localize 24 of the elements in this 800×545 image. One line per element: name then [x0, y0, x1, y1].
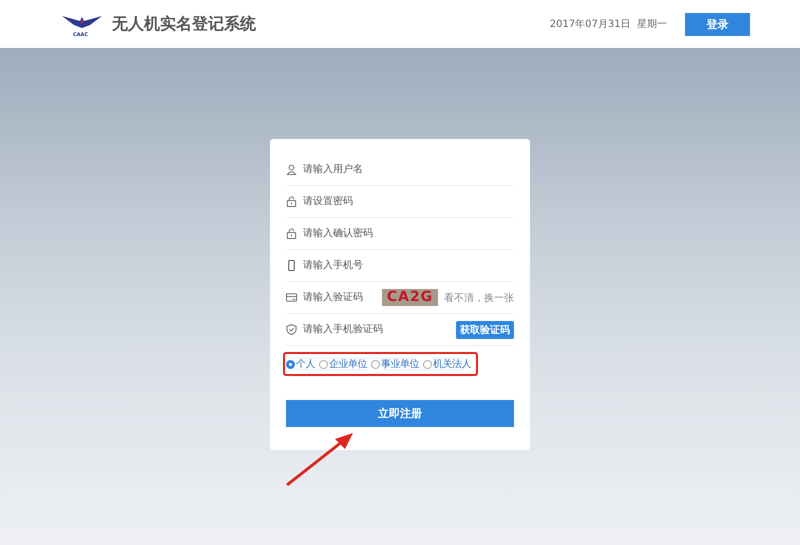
date-text: 2017年07月31日 星期一 — [550, 18, 667, 31]
text-input[interactable]: 请输入验证码 — [303, 292, 376, 303]
phone-icon — [286, 260, 297, 271]
user-icon — [286, 164, 297, 175]
radio-circle[interactable] — [286, 360, 295, 368]
shield-icon — [286, 324, 297, 335]
captcha-image[interactable]: CA2G — [382, 289, 438, 306]
card-icon — [286, 292, 297, 303]
get-code-button[interactable]: 获取验证码 — [456, 320, 514, 338]
lock-icon — [286, 196, 297, 207]
radio-option[interactable]: 企业单位 — [319, 357, 367, 371]
site-title: 无人机实名登记系统 — [112, 14, 256, 34]
text-input[interactable]: 请输入手机号 — [303, 260, 514, 271]
radio-option[interactable]: 机关法人 — [423, 357, 471, 371]
lock-icon — [286, 228, 297, 239]
radio-circle[interactable] — [423, 360, 432, 368]
text-input[interactable]: 请输入手机验证码 — [303, 324, 450, 335]
radio-option[interactable]: 事业单位 — [371, 357, 419, 371]
radio-circle[interactable] — [371, 360, 380, 368]
radio-circle[interactable] — [319, 360, 328, 368]
register-button[interactable]: 立即注册 — [286, 400, 514, 427]
login-button[interactable]: 登录 — [685, 12, 750, 36]
radio-option[interactable]: 个人 — [286, 357, 315, 371]
refresh-captcha-link[interactable]: 看不清，换一张 — [444, 290, 514, 304]
